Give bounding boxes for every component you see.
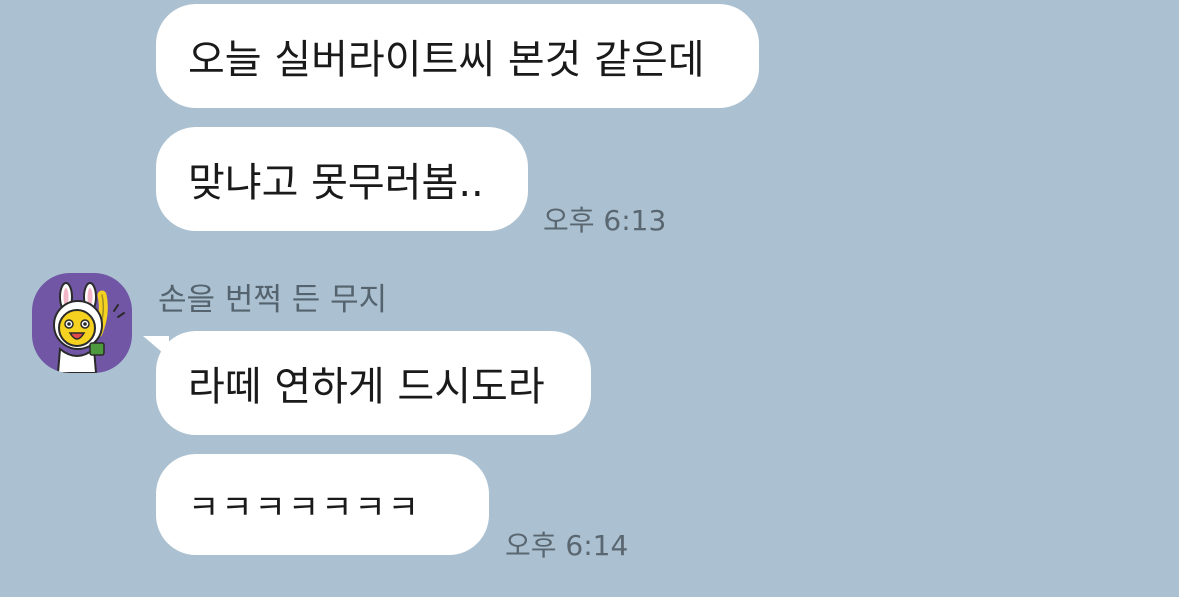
message-bubble[interactable]: ㅋㅋㅋㅋㅋㅋㅋ bbox=[156, 454, 489, 555]
muzi-rabbit-character-icon bbox=[53, 282, 125, 373]
sender-avatar[interactable] bbox=[32, 273, 132, 373]
sender-name: 손을 번쩍 든 무지 bbox=[158, 282, 388, 318]
message-bubble[interactable]: 라떼 연하게 드시도라 bbox=[156, 331, 591, 435]
message-bubble[interactable]: 오늘 실버라이트씨 본것 같은데 bbox=[156, 4, 759, 108]
message-text: 오늘 실버라이트씨 본것 같은데 bbox=[188, 37, 705, 83]
message-timestamp: 오후 6:14 bbox=[505, 529, 629, 562]
message-text: ㅋㅋㅋㅋㅋㅋㅋ bbox=[188, 488, 421, 528]
message-text: 맞냐고 못무러봄.. bbox=[188, 160, 484, 206]
message-text: 라떼 연하게 드시도라 bbox=[188, 364, 545, 410]
message-timestamp: 오후 6:13 bbox=[543, 204, 667, 237]
message-bubble[interactable]: 맞냐고 못무러봄.. bbox=[156, 127, 528, 231]
